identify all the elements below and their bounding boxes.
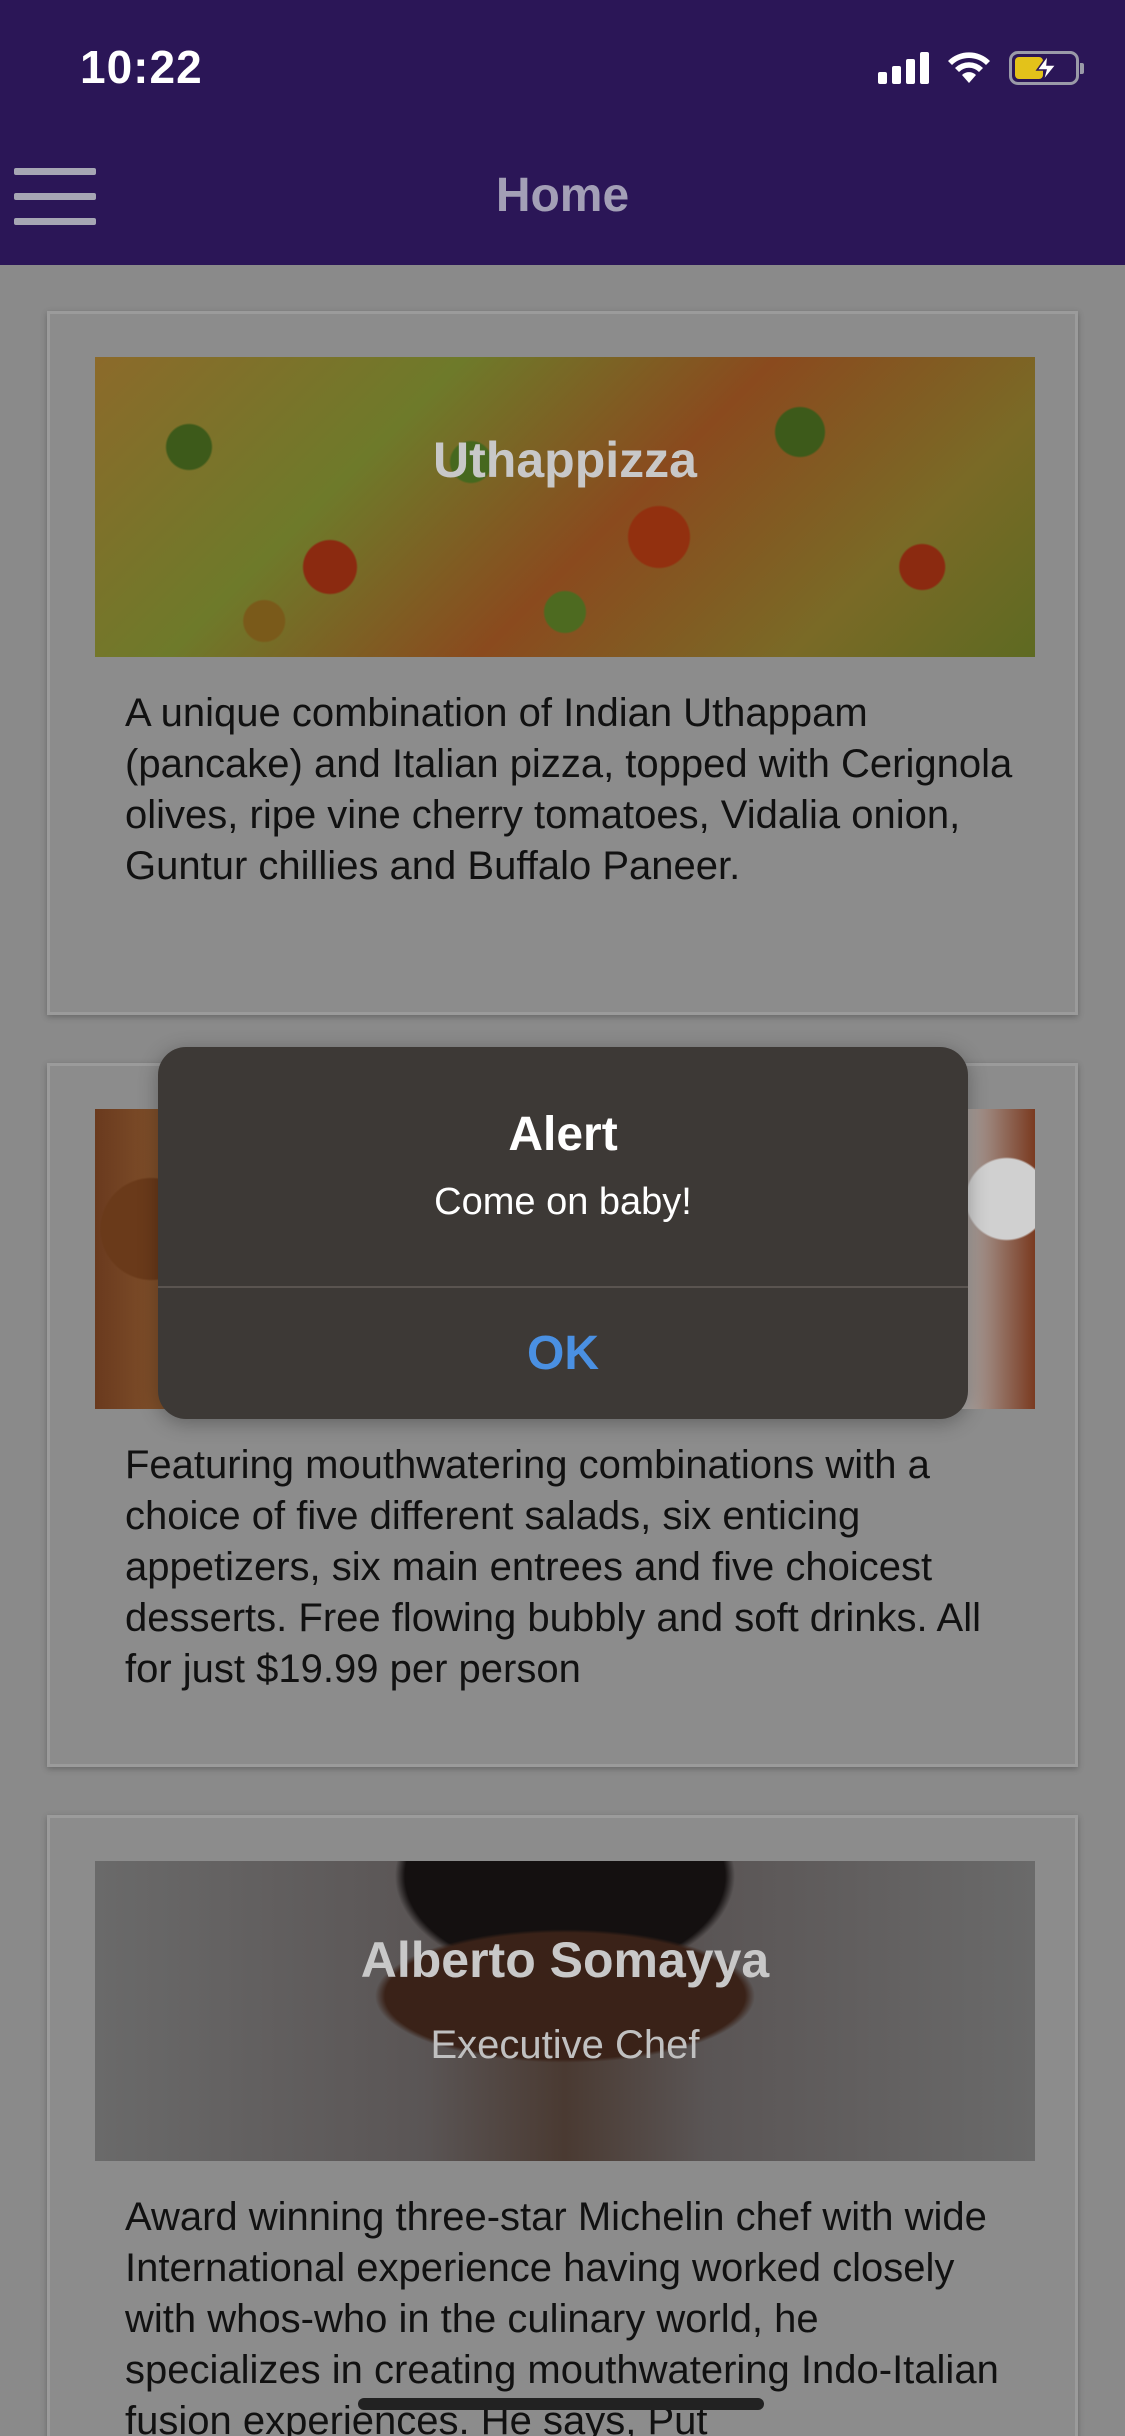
status-icons: [878, 48, 1084, 88]
alert-title: Alert: [508, 1108, 618, 1161]
alert-message: Come on baby!: [434, 1181, 692, 1223]
home-indicator[interactable]: [358, 2398, 764, 2410]
wifi-icon: [948, 52, 990, 83]
alert-ok-button[interactable]: OK: [158, 1288, 968, 1419]
status-time: 10:22: [80, 41, 203, 93]
app-header: 10:22 Home: [0, 0, 1125, 265]
page-title: Home: [495, 169, 630, 222]
dish-card: Uthappizza A unique combination of India…: [47, 311, 1078, 1015]
dish-description: A unique combination of Indian Uthappam …: [125, 691, 1013, 888]
dish-image: Uthappizza: [95, 357, 1035, 657]
dish-name: Uthappizza: [433, 432, 697, 488]
leader-card: Alberto Somayya Executive Chef Award win…: [47, 1815, 1078, 2436]
leader-image: Alberto Somayya Executive Chef: [95, 1861, 1035, 2161]
battery-charging-icon: [1009, 51, 1084, 85]
leader-designation: Executive Chef: [430, 2023, 700, 2067]
leader-name: Alberto Somayya: [360, 1932, 770, 1988]
promotion-description: Featuring mouthwatering combinations wit…: [125, 1443, 981, 1691]
alert-dialog: Alert Come on baby! OK: [158, 1047, 968, 1419]
cellular-signal-icon: [878, 52, 929, 84]
